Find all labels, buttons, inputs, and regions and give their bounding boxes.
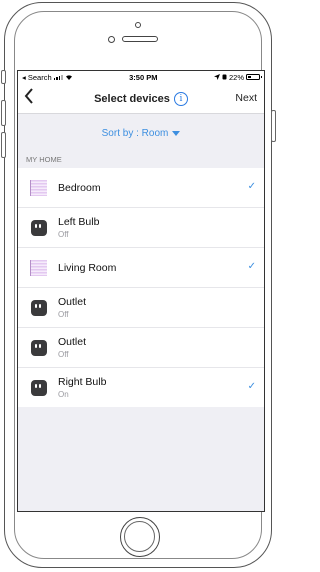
device-texts: Outlet Off bbox=[58, 296, 86, 319]
caret-down-icon bbox=[172, 130, 181, 136]
device-list: Bedroom ✓ Left Bulb Off Living Room ✓ Ou… bbox=[18, 168, 264, 407]
room-icon bbox=[30, 179, 47, 196]
plug-icon bbox=[31, 219, 47, 236]
device-name: Outlet bbox=[58, 336, 87, 348]
device-row-living-room[interactable]: Living Room ✓ bbox=[18, 248, 264, 288]
home-button-ring bbox=[124, 521, 155, 552]
plug-icon bbox=[31, 339, 47, 356]
alarm-icon bbox=[222, 73, 227, 82]
mute-switch bbox=[1, 70, 6, 84]
device-row-outlet-2[interactable]: Outlet Off bbox=[18, 328, 264, 368]
checkmark-icon: ✓ bbox=[247, 181, 256, 192]
device-texts: Left Bulb Off bbox=[58, 216, 99, 239]
front-camera bbox=[108, 36, 115, 43]
checkmark-icon: ✓ bbox=[247, 261, 256, 272]
status-bar: ◂ Search 3:50 PM 22% bbox=[18, 71, 264, 83]
device-texts: Outlet Off bbox=[58, 336, 86, 359]
power-button bbox=[271, 110, 276, 142]
next-button[interactable]: Next bbox=[235, 92, 257, 104]
device-row-right-bulb[interactable]: Right Bulb On ✓ bbox=[18, 368, 264, 407]
sort-dropdown[interactable]: Sort by : Room bbox=[18, 114, 264, 152]
location-icon bbox=[213, 73, 220, 82]
section-header: MY HOME bbox=[26, 155, 62, 164]
device-row-left-bulb[interactable]: Left Bulb Off bbox=[18, 208, 264, 248]
device-status: Off bbox=[58, 350, 69, 359]
earpiece-speaker bbox=[122, 36, 158, 42]
status-time: 3:50 PM bbox=[129, 72, 158, 82]
page-title: Select devices i bbox=[18, 92, 264, 106]
device-name: Right Bulb bbox=[58, 376, 107, 388]
volume-down-button bbox=[1, 132, 6, 158]
back-to-search-link[interactable]: ◂ Search bbox=[22, 73, 52, 82]
device-row-outlet-1[interactable]: Outlet Off bbox=[18, 288, 264, 328]
checkmark-icon: ✓ bbox=[247, 381, 256, 392]
battery-icon bbox=[246, 74, 262, 80]
battery-percent: 22% bbox=[228, 72, 244, 82]
device-status: On bbox=[58, 390, 69, 399]
home-button[interactable] bbox=[120, 517, 160, 557]
device-name: Outlet bbox=[58, 296, 87, 308]
signal-icon bbox=[53, 74, 63, 80]
device-texts: Right Bulb On bbox=[58, 376, 106, 399]
volume-up-button bbox=[1, 100, 6, 126]
wifi-icon bbox=[65, 73, 73, 82]
plug-icon bbox=[31, 299, 47, 316]
room-icon bbox=[30, 259, 47, 276]
device-texts: Bedroom bbox=[58, 182, 101, 194]
device-name: Left Bulb bbox=[58, 216, 100, 228]
device-status: Off bbox=[58, 310, 69, 319]
device-name: Bedroom bbox=[58, 181, 101, 194]
page-title-text: Select devices bbox=[94, 92, 170, 105]
app-screen: ◂ Search 3:50 PM 22% Select devices i Ne… bbox=[17, 70, 265, 512]
proximity-sensor bbox=[135, 22, 141, 28]
sort-label: Sort by : Room bbox=[101, 127, 169, 139]
device-status: Off bbox=[58, 230, 69, 239]
device-name: Living Room bbox=[58, 261, 117, 274]
navigation-bar: Select devices i Next bbox=[18, 83, 264, 114]
plug-icon bbox=[31, 379, 47, 396]
info-icon[interactable]: i bbox=[173, 92, 188, 106]
device-texts: Living Room bbox=[58, 262, 116, 274]
device-row-bedroom[interactable]: Bedroom ✓ bbox=[18, 168, 264, 208]
